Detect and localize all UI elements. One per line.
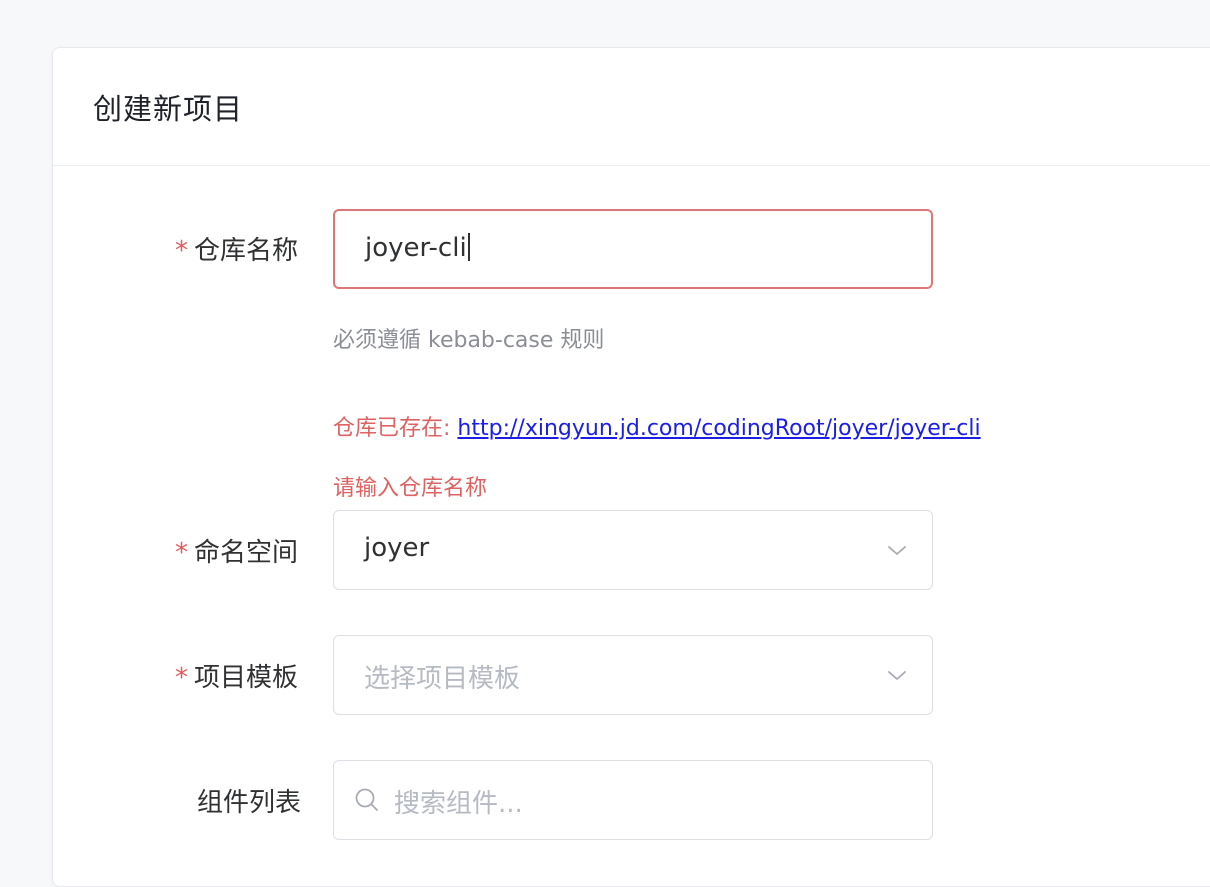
namespace-value: joyer (364, 533, 430, 563)
create-project-card: 创建新项目 * 仓库名称 joyer-cli 必须遵循 kebab-case 规则… (52, 47, 1210, 887)
repo-name-input[interactable]: joyer-cli (333, 209, 933, 289)
chevron-down-icon (888, 546, 906, 555)
components-label: 组件列表 (197, 782, 301, 819)
repo-exists-prefix: 仓库已存在: (333, 416, 451, 441)
template-label-text: 项目模板 (194, 663, 299, 693)
repo-exists-link[interactable]: http://xingyun.jd.com/codingRoot/joyer/j… (457, 416, 980, 441)
components-search-input[interactable]: 搜索组件... (333, 760, 933, 840)
repo-name-hint: 必须遵循 kebab-case 规则 (333, 328, 605, 353)
chevron-down-icon (888, 671, 906, 680)
repo-name-error: 请输入仓库名称 (333, 476, 488, 501)
template-placeholder: 选择项目模板 (364, 664, 521, 694)
card-header: 创建新项目 (53, 48, 1210, 166)
namespace-select[interactable]: joyer (333, 510, 933, 590)
namespace-label: * 命名空间 (175, 532, 298, 569)
repo-name-label-text: 仓库名称 (194, 236, 299, 266)
components-placeholder: 搜索组件... (394, 789, 523, 819)
required-mark: * (175, 663, 188, 693)
repo-exists-message: 仓库已存在: http://xingyun.jd.com/codingRoot/… (333, 410, 981, 442)
template-label: * 项目模板 (175, 657, 298, 694)
repo-name-label: * 仓库名称 (175, 230, 298, 267)
components-label-text: 组件列表 (197, 788, 302, 818)
template-select[interactable]: 选择项目模板 (333, 635, 933, 715)
required-mark: * (175, 236, 188, 266)
repo-name-value: joyer-cli (365, 232, 470, 263)
namespace-label-text: 命名空间 (194, 538, 299, 568)
required-mark: * (175, 538, 188, 568)
page-title: 创建新项目 (93, 92, 244, 126)
search-icon (355, 788, 378, 811)
text-caret (467, 232, 470, 261)
